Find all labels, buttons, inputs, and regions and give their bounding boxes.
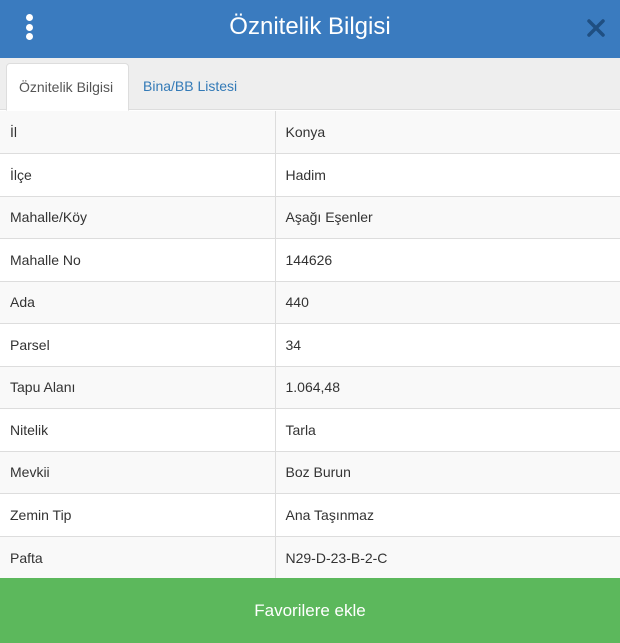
table-row: Mahalle/Köy Aşağı Eşenler — [0, 195, 620, 239]
attribute-key: Ada — [0, 280, 276, 324]
attribute-value: N29-D-23-B-2-C — [275, 535, 620, 579]
table-row: Zemin Tip Ana Taşınmaz — [0, 493, 620, 536]
add-to-favorites-button[interactable]: Favorilere ekle — [0, 578, 620, 643]
tab-building-list[interactable]: Bina/BB Listesi — [131, 63, 249, 110]
attribute-value: Ana Taşınmaz — [275, 493, 620, 536]
table-row: Mahalle No 144626 — [0, 238, 620, 281]
attribute-key: Mahalle No — [0, 238, 276, 281]
table-row: Tapu Alanı 1.064,48 — [0, 365, 620, 409]
attribute-key: Mevkii — [0, 450, 276, 494]
tab-attribute-info[interactable]: Öznitelik Bilgisi — [6, 63, 129, 111]
attribute-value: 144626 — [275, 238, 620, 281]
table-row: Ada 440 — [0, 280, 620, 324]
attribute-key: Zemin Tip — [0, 493, 276, 536]
attribute-value: Konya — [275, 111, 620, 154]
attribute-value: 1.064,48 — [275, 365, 620, 409]
table-row: Mevkii Boz Burun — [0, 450, 620, 494]
attribute-key: Pafta — [0, 535, 276, 579]
attribute-value: 440 — [275, 280, 620, 324]
table-row: İl Konya — [0, 111, 620, 154]
attribute-info-panel: Öznitelik Bilgisi Öznitelik Bilgisi Bina… — [0, 0, 620, 643]
table-row: Parsel 34 — [0, 323, 620, 366]
attribute-table: İl Konya İlçe Hadim Mahalle/Köy Aşağı Eş… — [0, 111, 620, 579]
attribute-key: İlçe — [0, 153, 276, 196]
attribute-value: 34 — [275, 323, 620, 366]
attribute-key: Tapu Alanı — [0, 365, 276, 409]
attribute-key: İl — [0, 111, 276, 154]
attribute-value: Tarla — [275, 408, 620, 451]
table-row: Nitelik Tarla — [0, 408, 620, 451]
attribute-key: Parsel — [0, 323, 276, 366]
tab-bar: Öznitelik Bilgisi Bina/BB Listesi — [0, 58, 620, 111]
attribute-key: Mahalle/Köy — [0, 195, 276, 239]
table-row: Pafta N29-D-23-B-2-C — [0, 535, 620, 579]
page-title: Öznitelik Bilgisi — [229, 13, 391, 40]
attribute-value: Boz Burun — [275, 450, 620, 494]
panel-header: Öznitelik Bilgisi — [0, 0, 620, 58]
table-row: İlçe Hadim — [0, 153, 620, 196]
close-icon[interactable] — [584, 16, 608, 40]
attribute-value: Hadim — [275, 153, 620, 196]
attribute-value: Aşağı Eşenler — [275, 195, 620, 239]
attribute-key: Nitelik — [0, 408, 276, 451]
